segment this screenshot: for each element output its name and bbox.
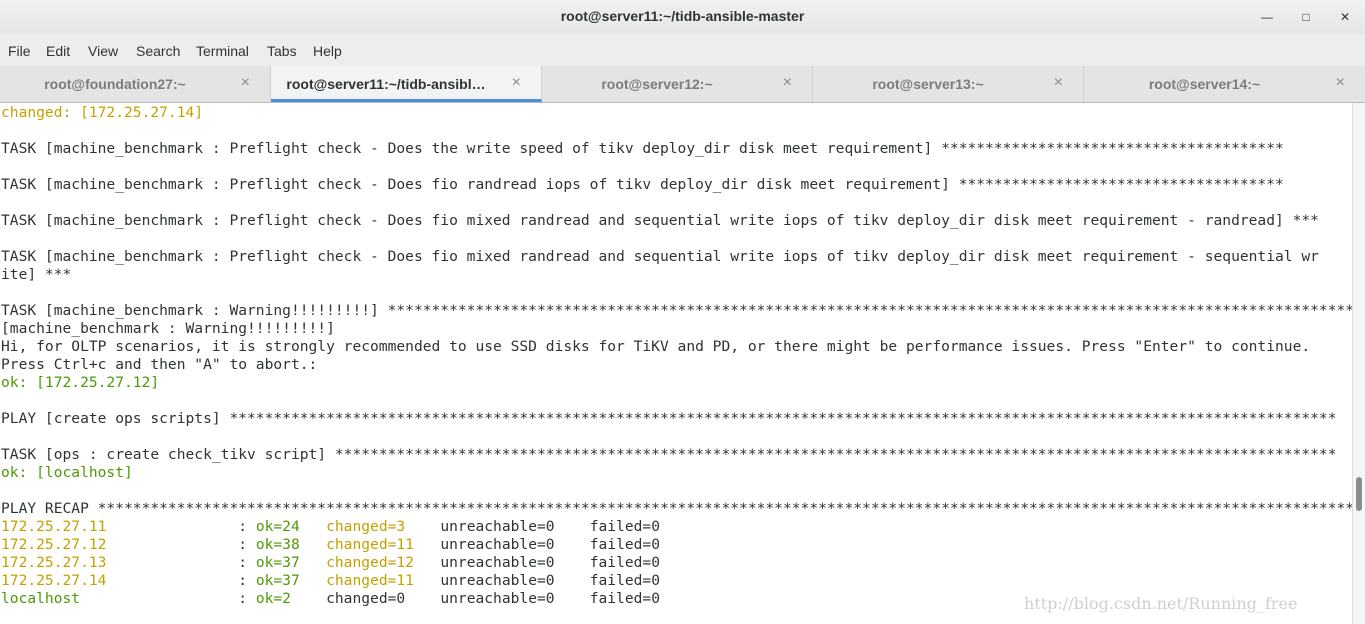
terminal-text: unreachable=0 failed=0	[413, 554, 660, 571]
terminal-line: localhost : ok=2 changed=0 unreachable=0…	[1, 590, 660, 608]
terminal-line: TASK [machine_benchmark : Preflight chec…	[1, 248, 1319, 266]
terminal-line: [machine_benchmark : Warning!!!!!!!!!]	[1, 320, 335, 338]
terminal-text: unreachable=0 failed=0	[413, 536, 660, 553]
terminal-text: :	[106, 518, 256, 535]
tab-label: root@server11:~/tidb-ansibl…	[286, 76, 486, 92]
terminal-text: changed=0 unreachable=0 failed=0	[290, 590, 660, 607]
title-bar: root@server11:~/tidb-ansible-master — □ …	[0, 0, 1365, 34]
terminal-line: PLAY RECAP *****************************…	[1, 500, 1352, 518]
terminal-text: 172.25.27.14	[1, 572, 107, 589]
terminal-text: PLAY [create ops scripts] **************…	[1, 410, 1337, 427]
terminal-text: :	[106, 536, 256, 553]
terminal-line: 172.25.27.13 : ok=37 changed=12 unreacha…	[1, 554, 660, 572]
terminal-text: PLAY RECAP *****************************…	[1, 500, 1352, 517]
tab-server12[interactable]: root@server12:~ ×	[542, 66, 813, 102]
terminal-line: ok: [172.25.27.12]	[1, 374, 159, 392]
terminal-text: [machine_benchmark : Warning!!!!!!!!!]	[1, 320, 335, 337]
terminal-text: ok: [172.25.27.12]	[1, 374, 160, 391]
terminal-line: 172.25.27.11 : ok=24 changed=3 unreachab…	[1, 518, 660, 536]
scrollbar-thumb[interactable]	[1356, 477, 1362, 511]
terminal-text: ok=2	[255, 590, 291, 607]
terminal-line: TASK [machine_benchmark : Preflight chec…	[1, 140, 1284, 158]
terminal-output[interactable]: changed: [172.25.27.14] TASK [machine_ben…	[0, 103, 1352, 624]
terminal-line: Press Ctrl+c and then "A" to abort.:	[1, 356, 317, 374]
tab-close-icon[interactable]: ×	[512, 74, 521, 92]
terminal-text: unreachable=0 failed=0	[413, 572, 660, 589]
terminal-line: 172.25.27.12 : ok=38 changed=11 unreacha…	[1, 536, 660, 554]
tab-close-icon[interactable]: ×	[241, 74, 250, 92]
terminal-text: ite] ***	[1, 266, 72, 283]
menu-view[interactable]: View	[88, 43, 118, 59]
terminal-text: ok=37	[255, 554, 300, 571]
terminal-text: :	[80, 590, 256, 607]
tab-close-icon[interactable]: ×	[783, 74, 792, 92]
terminal-text: TASK [machine_benchmark : Preflight chec…	[1, 248, 1319, 265]
terminal-text: changed=3	[326, 518, 406, 535]
terminal-line: TASK [machine_benchmark : Warning!!!!!!!…	[1, 302, 1352, 320]
terminal-line: changed: [172.25.27.14]	[1, 104, 203, 122]
terminal-text: changed: [172.25.27.14]	[1, 104, 204, 121]
close-window-button[interactable]: ✕	[1334, 6, 1356, 28]
tab-label: root@server12:~	[601, 76, 713, 92]
terminal-text: localhost	[1, 590, 81, 607]
terminal-text: ok: [localhost]	[1, 464, 133, 481]
terminal-text: TASK [machine_benchmark : Preflight chec…	[1, 176, 1284, 193]
terminal-text: ok=24	[255, 518, 300, 535]
terminal-text: Press Ctrl+c and then "A" to abort.:	[1, 356, 318, 373]
tab-server11[interactable]: root@server11:~/tidb-ansibl… ×	[271, 66, 542, 102]
terminal-text: TASK [machine_benchmark : Warning!!!!!!!…	[1, 302, 1352, 319]
menu-tabs[interactable]: Tabs	[267, 43, 297, 59]
tab-label: root@server13:~	[872, 76, 984, 92]
tab-foundation27[interactable]: root@foundation27:~ ×	[0, 66, 271, 102]
vertical-scrollbar[interactable]	[1352, 103, 1365, 624]
menu-edit[interactable]: Edit	[46, 43, 70, 59]
tab-bar: root@foundation27:~ × root@server11:~/ti…	[0, 66, 1365, 103]
terminal-text: changed=11	[326, 572, 414, 589]
terminal-line: TASK [ops : create check_tikv script] **…	[1, 446, 1337, 464]
window-title: root@server11:~/tidb-ansible-master	[560, 8, 805, 24]
terminal-text: changed=11	[326, 536, 414, 553]
terminal-line: 172.25.27.14 : ok=37 changed=11 unreacha…	[1, 572, 660, 590]
tab-label: root@server14:~	[1148, 76, 1261, 92]
tab-server13[interactable]: root@server13:~ ×	[813, 66, 1084, 102]
tab-server14[interactable]: root@server14:~ ×	[1084, 66, 1365, 102]
menu-help[interactable]: Help	[313, 43, 342, 59]
terminal-line: Hi, for OLTP scenarios, it is strongly r…	[1, 338, 1310, 356]
terminal-line: TASK [machine_benchmark : Preflight chec…	[1, 212, 1319, 230]
terminal-text: :	[106, 554, 256, 571]
terminal-line: TASK [machine_benchmark : Preflight chec…	[1, 176, 1284, 194]
menu-terminal[interactable]: Terminal	[196, 43, 249, 59]
terminal-text: changed=12	[326, 554, 414, 571]
tab-label: root@foundation27:~	[44, 76, 186, 92]
terminal-text: 172.25.27.11	[1, 518, 107, 535]
minimize-button[interactable]: —	[1256, 6, 1278, 28]
tab-close-icon[interactable]: ×	[1054, 74, 1063, 92]
terminal-text: ok=37	[255, 572, 300, 589]
maximize-button[interactable]: □	[1295, 6, 1317, 28]
watermark: http://blog.csdn.net/Running_free	[1024, 594, 1298, 613]
menu-search[interactable]: Search	[136, 43, 180, 59]
terminal-text: TASK [machine_benchmark : Preflight chec…	[1, 140, 1284, 157]
terminal-text: unreachable=0 failed=0	[405, 518, 660, 535]
tab-close-icon[interactable]: ×	[1336, 74, 1345, 92]
terminal-text: 172.25.27.13	[1, 554, 107, 571]
terminal-text: Hi, for OLTP scenarios, it is strongly r…	[1, 338, 1311, 355]
terminal-text: TASK [machine_benchmark : Preflight chec…	[1, 212, 1319, 229]
terminal-line: ok: [localhost]	[1, 464, 133, 482]
terminal-text: ok=38	[255, 536, 300, 553]
terminal-text: :	[106, 572, 256, 589]
terminal-text: 172.25.27.12	[1, 536, 107, 553]
menu-bar: File Edit View Search Terminal Tabs Help	[0, 34, 1365, 67]
menu-file[interactable]: File	[8, 43, 31, 59]
terminal-text: TASK [ops : create check_tikv script] **…	[1, 446, 1337, 463]
terminal-line: PLAY [create ops scripts] **************…	[1, 410, 1337, 428]
terminal-line: ite] ***	[1, 266, 71, 284]
